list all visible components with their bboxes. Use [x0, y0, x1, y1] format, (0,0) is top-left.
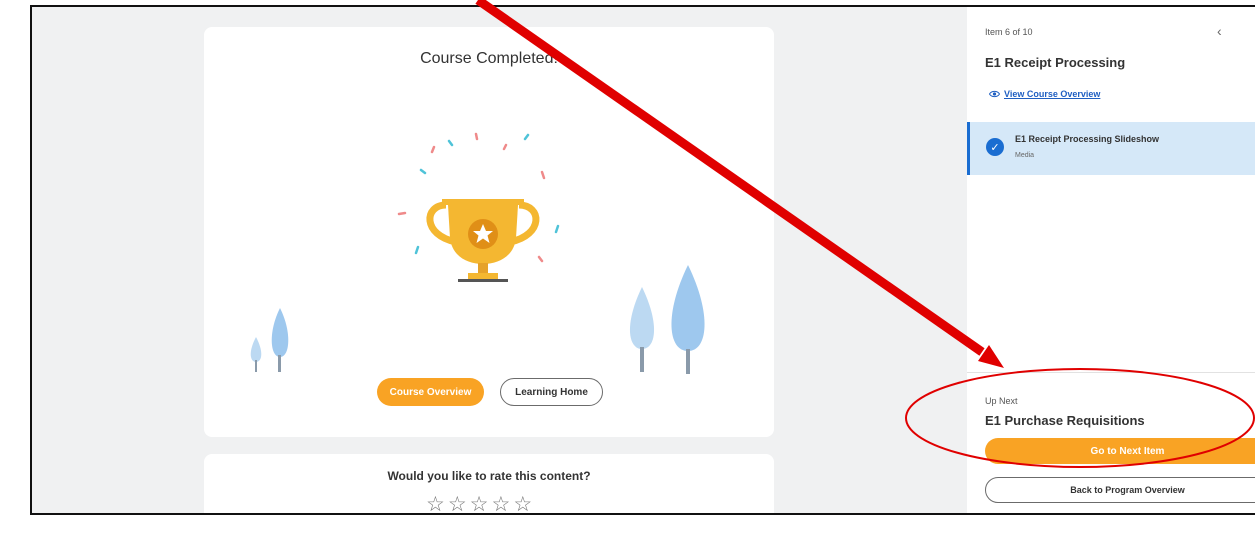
course-item-type: Media	[1015, 152, 1035, 159]
rating-card: Would you like to rate this content? ☆ ☆…	[204, 454, 774, 513]
checkmark-icon: ✓	[986, 138, 1004, 156]
course-item-active[interactable]: ✓ E1 Receipt Processing Slideshow Media	[967, 122, 1255, 175]
rating-question: Would you like to rate this content?	[387, 469, 591, 483]
completion-card: Course Completed! Course Overview Learni…	[204, 27, 774, 437]
star-icon[interactable]: ☆	[491, 494, 510, 513]
up-next-title: E1 Purchase Requisitions	[985, 413, 1145, 428]
star-icon[interactable]: ☆	[513, 494, 532, 513]
learning-home-button[interactable]: Learning Home	[500, 378, 603, 406]
tree-illustration-left	[250, 308, 289, 372]
divider	[967, 372, 1255, 373]
item-counter: Item 6 of 10	[985, 27, 1033, 37]
tree-illustration-right	[629, 265, 705, 374]
go-to-next-item-button[interactable]: Go to Next Item	[985, 438, 1255, 464]
star-icon[interactable]: ☆	[448, 494, 467, 513]
app-window: Course Completed! Course Overview Learni…	[30, 5, 1255, 515]
up-next-label: Up Next	[985, 396, 1018, 406]
sidebar-course-title: E1 Receipt Processing	[985, 55, 1126, 70]
eye-icon	[989, 90, 1000, 98]
course-overview-button[interactable]: Course Overview	[377, 378, 484, 406]
star-icon[interactable]: ☆	[426, 494, 445, 513]
chevron-left-icon[interactable]: ‹	[1217, 23, 1222, 39]
star-rating: ☆ ☆ ☆ ☆ ☆	[426, 494, 532, 513]
view-course-overview-label: View Course Overview	[1004, 89, 1101, 99]
completion-title: Course Completed!	[420, 50, 558, 67]
course-sidebar: Item 6 of 10 ‹ E1 Receipt Processing Vie…	[967, 7, 1255, 513]
view-course-overview-link[interactable]: View Course Overview	[989, 89, 1100, 99]
trophy-illustration	[397, 132, 560, 282]
star-icon[interactable]: ☆	[470, 494, 489, 513]
main-content: Course Completed! Course Overview Learni…	[32, 7, 967, 513]
back-to-program-overview-button[interactable]: Back to Program Overview	[985, 477, 1255, 503]
course-item-title: E1 Receipt Processing Slideshow	[1015, 134, 1160, 144]
